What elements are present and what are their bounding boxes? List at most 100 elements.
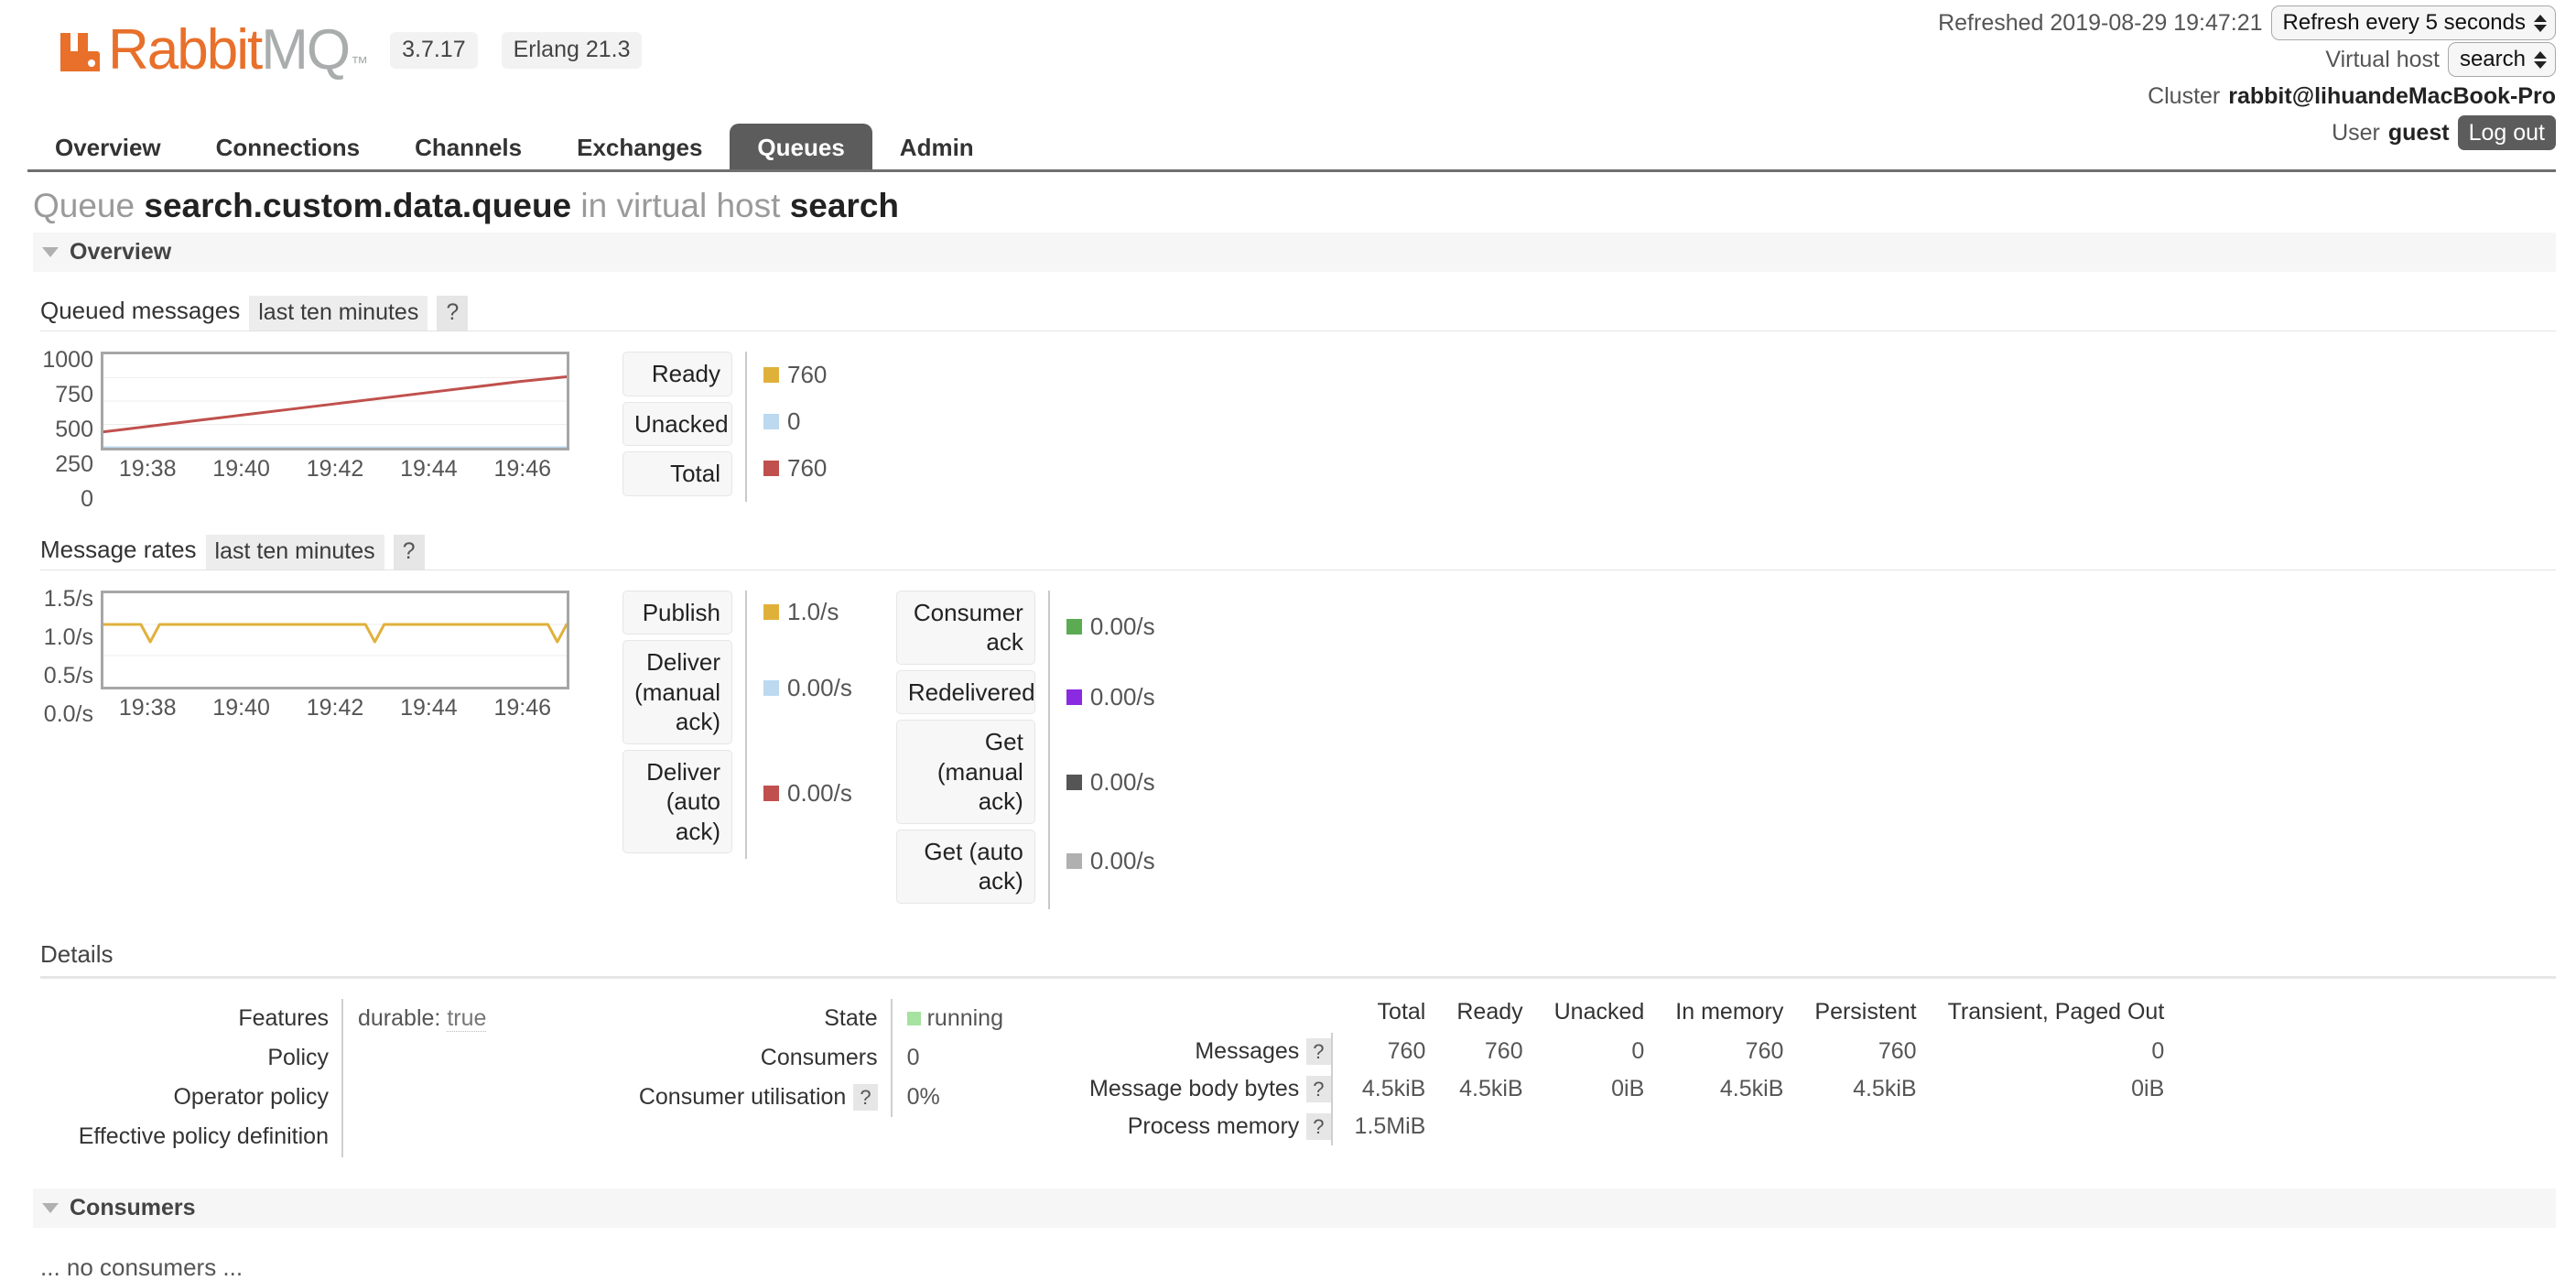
stats-cell: 4.5kiB <box>1459 1075 1523 1101</box>
stats-col-in-memory: In memory <box>1675 998 1784 1025</box>
page-title-prefix: Queue <box>33 187 135 224</box>
stats-row-messages: Messages? <box>1089 1033 1332 1070</box>
detail-key-consumers: Consumers <box>760 1044 878 1070</box>
rates-plot-svg <box>103 593 567 656</box>
logo-mq-text: MQ <box>261 18 351 81</box>
stats-corner <box>1089 999 1332 1033</box>
legend-value-publish-text: 1.0/s <box>787 597 839 625</box>
section-consumers-label: Consumers <box>70 1194 196 1220</box>
legend-value-ready: 760 <box>763 352 827 398</box>
legend-value-deliver-manual-ack-text: 0.00/s <box>787 674 852 701</box>
rates-range-chip[interactable]: last ten minutes <box>205 534 384 569</box>
legend-label-unacked[interactable]: Unacked <box>622 401 732 446</box>
stats-col-unacked: Unacked <box>1553 998 1645 1025</box>
table-row: Features durable: true <box>40 998 599 1038</box>
detail-value-state: running <box>890 998 1003 1038</box>
table-row: Consumer utilisation? 0% <box>619 1078 1003 1118</box>
message-rates-title: Message rates <box>40 535 197 563</box>
tab-admin[interactable]: Admin <box>872 124 1001 172</box>
legend-value-redelivered-text: 0.00/s <box>1089 682 1155 711</box>
queued-range-chip[interactable]: last ten minutes <box>249 296 428 331</box>
caret-down-icon <box>42 247 59 257</box>
tab-exchanges[interactable]: Exchanges <box>549 124 730 172</box>
state-badge-text: running <box>926 1004 1003 1031</box>
stats-row-messages-label: Messages <box>1195 1037 1300 1064</box>
color-swatch-publish <box>763 603 779 620</box>
x-tick: 19:46 <box>493 456 552 482</box>
y-tick: 1.5/s <box>43 585 93 612</box>
detail-key-state: State <box>824 1004 878 1031</box>
legend-value-redelivered: 0.00/s <box>1066 664 1155 731</box>
process-memory-help-icon[interactable]: ? <box>1306 1112 1331 1140</box>
legend-value-unacked: 0 <box>763 398 827 445</box>
caret-down-icon <box>42 1202 59 1213</box>
queued-plot-area <box>101 352 569 450</box>
legend-label-deliver-manual-ack[interactable]: Deliver (manual ack) <box>622 640 732 744</box>
y-tick: 250 <box>55 451 93 477</box>
legend-value-deliver-manual-ack: 0.00/s <box>763 634 852 743</box>
app-header: RabbitMQ ™ 3.7.17 Erlang 21.3 Refreshed 2… <box>0 0 2576 150</box>
detail-value-effective-policy-definition <box>341 1117 599 1157</box>
x-tick: 19:44 <box>400 456 458 482</box>
x-tick: 19:42 <box>306 694 364 721</box>
stats-cell: 4.5kiB <box>1719 1075 1784 1101</box>
x-tick: 19:42 <box>306 456 364 482</box>
legend-label-total[interactable]: Total <box>622 451 732 496</box>
queued-legend-values: 760 0 760 <box>747 352 827 502</box>
x-tick: 19:44 <box>400 694 458 721</box>
legend-value-get-manual-ack-text: 0.00/s <box>1089 767 1155 796</box>
message-rates-chart-row: 1.5/s 1.0/s 0.5/s 0.0/s 19:38 19:40 19:4… <box>40 587 2576 909</box>
detail-value-consumer-utilisation: 0% <box>890 1078 1003 1118</box>
tab-overview[interactable]: Overview <box>27 124 189 172</box>
queued-messages-chart-row: 1000 750 500 250 0 19:38 19:40 19:42 19:… <box>40 349 2576 511</box>
vhost-select[interactable]: search <box>2447 42 2556 77</box>
legend-label-publish[interactable]: Publish <box>622 590 732 635</box>
section-consumers-header[interactable]: Consumers <box>33 1188 2556 1228</box>
legend-label-consumer-ack[interactable]: Consumer ack <box>895 590 1035 665</box>
detail-key-policy: Policy <box>267 1044 329 1070</box>
legend-label-get-auto-ack[interactable]: Get (auto ack) <box>895 829 1035 904</box>
legend-label-get-manual-ack[interactable]: Get (manual ack) <box>895 720 1035 824</box>
y-tick: 500 <box>55 417 93 442</box>
stats-cell <box>1783 1108 1916 1145</box>
queued-legend-labels: Ready Unacked Total <box>622 352 732 502</box>
tab-queues[interactable]: Queues <box>730 124 872 172</box>
rates-legend-right: Consumer ack Redelivered Get (manual ack… <box>895 590 1155 909</box>
queued-plot-svg <box>103 354 567 448</box>
section-overview-label: Overview <box>70 239 172 265</box>
queued-y-axis: 1000 750 500 250 0 <box>18 349 101 511</box>
stats-col-transient-paged-out: Transient, Paged Out <box>1947 998 2165 1025</box>
rates-x-axis: 19:38 19:40 19:42 19:44 19:46 <box>101 695 569 721</box>
message-body-bytes-help-icon[interactable]: ? <box>1306 1075 1331 1102</box>
stats-cell <box>1425 1108 1522 1145</box>
no-consumers-message: ... no consumers ... <box>40 1253 244 1280</box>
x-tick: 19:38 <box>118 694 177 721</box>
features-prefix: durable: <box>358 1004 441 1031</box>
page-title-vhost: search <box>789 187 900 224</box>
stats-row-process-memory: Process memory? <box>1089 1108 1332 1145</box>
tab-channels[interactable]: Channels <box>387 124 549 172</box>
legend-label-redelivered[interactable]: Redelivered <box>895 669 1035 714</box>
table-row: State running <box>619 998 1003 1038</box>
rates-help-icon[interactable]: ? <box>393 534 425 569</box>
legend-label-deliver-auto-ack[interactable]: Deliver (auto ack) <box>622 749 732 853</box>
queued-help-icon[interactable]: ? <box>437 296 469 331</box>
rates-plot-area <box>101 590 569 689</box>
messages-help-icon[interactable]: ? <box>1306 1037 1331 1065</box>
stats-cell: 0iB <box>1611 1075 1645 1101</box>
legend-label-ready[interactable]: Ready <box>622 352 732 396</box>
table-row: Consumers 0 <box>619 1037 1003 1078</box>
rabbitmq-logo[interactable]: RabbitMQ ™ <box>57 22 368 79</box>
consumer-utilisation-help-icon[interactable]: ? <box>853 1084 878 1111</box>
stats-cell: 760 <box>1745 1037 1784 1064</box>
color-swatch-get-auto-ack <box>1066 853 1082 869</box>
details-heading: Details <box>40 939 114 968</box>
stats-cell: 760 <box>1878 1037 1917 1064</box>
color-swatch-consumer-ack <box>1066 619 1082 635</box>
page-title-mid: in virtual host <box>580 187 781 224</box>
details-grid: Features durable: true Policy Operator p… <box>40 998 2556 1157</box>
table-row: Policy <box>40 1037 599 1078</box>
refresh-interval-select[interactable]: Refresh every 5 seconds <box>2270 5 2556 40</box>
section-overview-header[interactable]: Overview <box>33 233 2556 272</box>
tab-connections[interactable]: Connections <box>189 124 387 172</box>
